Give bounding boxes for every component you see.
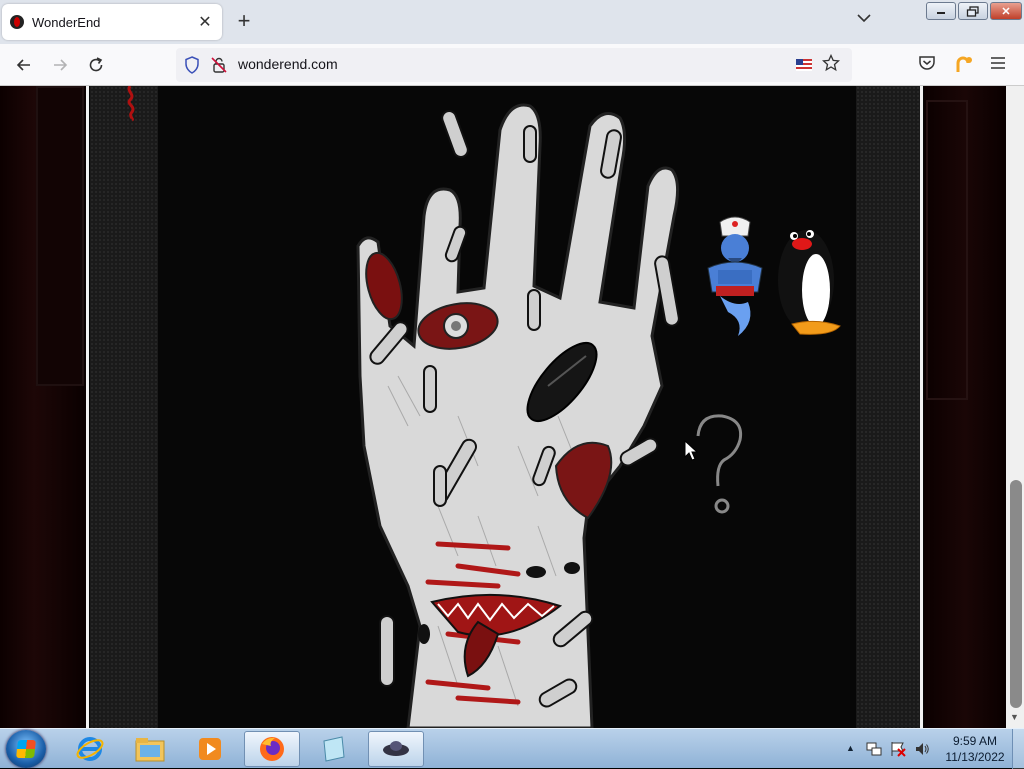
list-all-tabs-button[interactable]	[852, 10, 876, 34]
taskbar-file-explorer[interactable]	[122, 731, 178, 767]
right-decor-panel	[926, 100, 968, 400]
internet-explorer-icon	[76, 737, 104, 761]
left-decor-panel	[36, 86, 84, 386]
penguin-icon	[778, 230, 841, 335]
firefox-icon	[260, 737, 284, 761]
left-divider	[86, 86, 89, 728]
start-button[interactable]	[6, 730, 46, 768]
back-button[interactable]	[12, 53, 36, 77]
minimize-button[interactable]	[926, 2, 956, 20]
pocket-icon[interactable]	[918, 54, 936, 77]
page-scrollbar[interactable]: ▼	[1006, 86, 1024, 728]
new-tab-button[interactable]: +	[232, 10, 256, 34]
show-desktop-button[interactable]	[1012, 729, 1024, 769]
clock-date: 11/13/2022	[945, 750, 1005, 764]
network-icon[interactable]	[866, 741, 882, 757]
question-mark-icon	[690, 408, 750, 518]
close-window-button[interactable]: ✕	[990, 2, 1022, 20]
notepad-icon	[323, 736, 345, 762]
taskbar-media-player[interactable]	[182, 731, 238, 767]
navigation-toolbar: wonderend.com	[0, 44, 1024, 86]
bookmark-star-icon[interactable]	[821, 53, 841, 77]
taskbar-firefox[interactable]	[244, 731, 300, 767]
windows-taskbar: ▲ 9:59 AM 11/13/2022	[0, 728, 1024, 769]
forward-button[interactable]	[48, 53, 72, 77]
right-decor-column	[924, 86, 1006, 728]
media-player-icon	[199, 738, 221, 760]
left-noise-strip	[90, 86, 158, 728]
extension-icon[interactable]	[954, 54, 974, 79]
game-controller-icon	[383, 741, 409, 756]
hamburger-menu-icon[interactable]	[990, 56, 1006, 75]
page-content: ▼	[0, 86, 1024, 728]
scroll-down-arrow-icon[interactable]: ▼	[1010, 712, 1019, 722]
right-divider	[920, 86, 923, 728]
shield-icon[interactable]	[184, 56, 200, 79]
forward-arrow-icon	[54, 59, 68, 71]
restore-button[interactable]	[958, 2, 988, 20]
right-noise-strip	[856, 86, 920, 728]
restore-icon	[966, 5, 979, 17]
zombie-hand-artwork	[356, 103, 680, 728]
action-center-flag-icon[interactable]	[890, 741, 906, 757]
taskbar-notepad[interactable]	[306, 731, 362, 767]
reload-icon	[89, 57, 103, 72]
genie-icon	[707, 216, 763, 336]
system-clock[interactable]: 9:59 AM 11/13/2022	[940, 733, 1010, 765]
mouse-cursor-icon	[684, 440, 698, 461]
taskbar-internet-explorer[interactable]	[62, 731, 118, 767]
tab-title: WonderEnd	[32, 14, 101, 30]
artwork-canvas	[158, 86, 856, 728]
us-flag-icon[interactable]	[796, 59, 812, 71]
tab-close-icon[interactable]: ✕	[196, 12, 214, 32]
site-favicon-icon	[10, 15, 24, 29]
back-arrow-icon	[16, 59, 30, 71]
show-hidden-icons-button[interactable]: ▲	[846, 743, 855, 753]
tab-wonderend[interactable]: WonderEnd ✕	[2, 4, 222, 40]
volume-icon[interactable]	[914, 741, 930, 757]
left-decor-column	[0, 86, 86, 728]
url-text[interactable]: wonderend.com	[238, 56, 338, 72]
scrollbar-thumb[interactable]	[1010, 480, 1022, 708]
folder-icon	[135, 738, 165, 762]
address-bar[interactable]: wonderend.com	[176, 48, 852, 82]
clock-time: 9:59 AM	[952, 734, 998, 748]
tab-strip: WonderEnd ✕ + ✕	[0, 0, 1024, 44]
red-ornament-icon	[127, 86, 135, 122]
taskbar-game[interactable]	[368, 731, 424, 767]
lock-crossed-icon[interactable]	[210, 56, 228, 79]
reload-button[interactable]	[84, 53, 108, 77]
chevron-down-icon	[857, 14, 871, 23]
minimize-icon	[937, 12, 945, 14]
